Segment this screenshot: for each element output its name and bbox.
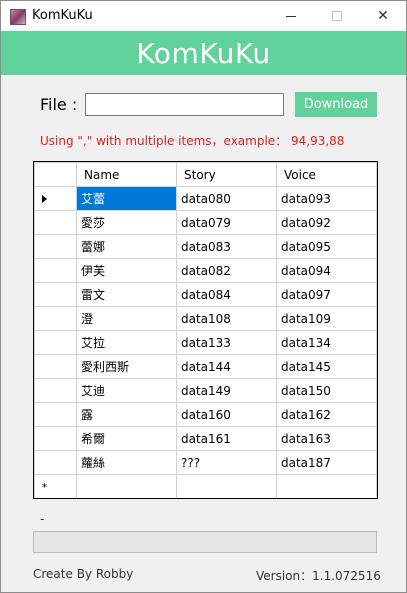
cell-voice[interactable]: data145	[276, 354, 377, 379]
cell-voice[interactable]: data187	[276, 450, 377, 475]
cell-story[interactable]: data082	[176, 258, 277, 283]
table-row[interactable]: 艾迪 data149 data150	[34, 378, 377, 403]
progress-bar	[33, 531, 377, 553]
maximize-button[interactable]	[314, 1, 360, 31]
close-button[interactable]: ✕	[360, 1, 406, 31]
minimize-icon	[286, 15, 296, 17]
cell-story[interactable]: data149	[176, 378, 277, 403]
cell-voice[interactable]: data150	[276, 378, 377, 403]
cell-voice[interactable]: data163	[276, 426, 377, 451]
new-row[interactable]: *	[34, 474, 377, 498]
row-header[interactable]	[34, 330, 77, 355]
title-bar[interactable]: KomKuKu ✕	[1, 1, 406, 31]
close-icon: ✕	[377, 8, 389, 24]
row-header[interactable]	[34, 426, 77, 451]
cell-story[interactable]: data079	[176, 210, 277, 235]
maximize-icon	[332, 11, 342, 21]
minimize-button[interactable]	[268, 1, 314, 31]
row-header[interactable]	[34, 282, 77, 307]
cell-name[interactable]: 艾蕾	[76, 186, 177, 211]
cell-story[interactable]: data084	[176, 282, 277, 307]
cell-voice[interactable]: data109	[276, 306, 377, 331]
cell-name[interactable]: 愛莎	[76, 210, 177, 235]
row-header[interactable]	[34, 210, 77, 235]
column-header-story[interactable]: Story	[176, 162, 277, 187]
table-row[interactable]: 蘿絲??? data187	[34, 450, 377, 475]
row-header[interactable]	[34, 378, 77, 403]
cell-name[interactable]: 愛利西斯	[76, 354, 177, 379]
cell-name[interactable]: 蕾娜	[76, 234, 177, 259]
file-label: File :	[40, 95, 78, 114]
table-row[interactable]: 愛莎 data079 data092	[34, 210, 377, 235]
row-header[interactable]	[34, 354, 77, 379]
cell-name[interactable]: 澄	[76, 306, 177, 331]
grid-header-row: Name Story Voice	[34, 162, 377, 187]
row-header[interactable]	[34, 450, 77, 475]
download-button[interactable]: Download	[295, 92, 377, 117]
cell-story[interactable]: data144	[176, 354, 277, 379]
table-row[interactable]: 希爾 data161 data163	[34, 426, 377, 451]
app-icon	[10, 9, 26, 25]
cell-name[interactable]: 艾迪	[76, 378, 177, 403]
table-row[interactable]: 艾拉 data133 data134	[34, 330, 377, 355]
row-header-corner[interactable]	[34, 162, 77, 187]
cell-story[interactable]: data080	[176, 186, 277, 211]
table-row[interactable]: 蕾娜 data083 data095	[34, 234, 377, 259]
row-header[interactable]	[34, 306, 77, 331]
row-header[interactable]	[34, 402, 77, 427]
header-title: KomKuKu	[136, 36, 271, 70]
new-cell-name[interactable]	[76, 474, 177, 498]
data-grid[interactable]: Name Story Voice 艾蕾 data080 data093 愛莎 data0…	[33, 161, 378, 499]
table-row[interactable]: 雷文 data084 data097	[34, 282, 377, 307]
status-text: -	[40, 512, 45, 526]
footer-version: Version：1.1.072516	[256, 569, 381, 583]
cell-name[interactable]: 雷文	[76, 282, 177, 307]
cell-voice[interactable]: data093	[276, 186, 377, 211]
column-header-voice[interactable]: Voice	[276, 162, 377, 187]
row-header[interactable]	[34, 186, 77, 211]
footer-credit: Create By Robby	[33, 567, 134, 581]
header-banner: KomKuKu	[1, 31, 406, 75]
cell-story[interactable]: data108	[176, 306, 277, 331]
cell-name[interactable]: 希爾	[76, 426, 177, 451]
table-row[interactable]: 澄 data108 data109	[34, 306, 377, 331]
table-row[interactable]: 艾蕾 data080 data093	[34, 186, 377, 211]
cell-voice[interactable]: data162	[276, 402, 377, 427]
window-title: KomKuKu	[32, 8, 93, 23]
table-row[interactable]: 愛利西斯 data144 data145	[34, 354, 377, 379]
cell-story[interactable]: ???	[176, 450, 277, 475]
cell-story[interactable]: data083	[176, 234, 277, 259]
cell-story[interactable]: data133	[176, 330, 277, 355]
cell-voice[interactable]: data097	[276, 282, 377, 307]
cell-voice[interactable]: data094	[276, 258, 377, 283]
cell-story[interactable]: data161	[176, 426, 277, 451]
cell-story[interactable]: data160	[176, 402, 277, 427]
cell-voice[interactable]: data095	[276, 234, 377, 259]
new-cell-story[interactable]	[176, 474, 277, 498]
new-row-marker: *	[41, 480, 48, 494]
cell-name[interactable]: 蘿絲	[76, 450, 177, 475]
cell-name[interactable]: 伊芙	[76, 258, 177, 283]
usage-hint: Using "," with multiple items，example： 9…	[40, 134, 345, 148]
new-cell-voice[interactable]	[276, 474, 377, 498]
table-row[interactable]: 露 data160 data162	[34, 402, 377, 427]
cell-voice[interactable]: data134	[276, 330, 377, 355]
new-row-header[interactable]: *	[34, 474, 77, 498]
table-row[interactable]: 伊芙 data082 data094	[34, 258, 377, 283]
app-window: KomKuKu ✕ KomKuKu File : Download Using …	[0, 0, 407, 593]
cell-voice[interactable]: data092	[276, 210, 377, 235]
current-row-arrow-icon	[42, 194, 47, 203]
cell-name[interactable]: 艾拉	[76, 330, 177, 355]
row-header[interactable]	[34, 234, 77, 259]
file-input[interactable]	[85, 93, 284, 116]
row-header[interactable]	[34, 258, 77, 283]
column-header-name[interactable]: Name	[76, 162, 177, 187]
cell-name[interactable]: 露	[76, 402, 177, 427]
